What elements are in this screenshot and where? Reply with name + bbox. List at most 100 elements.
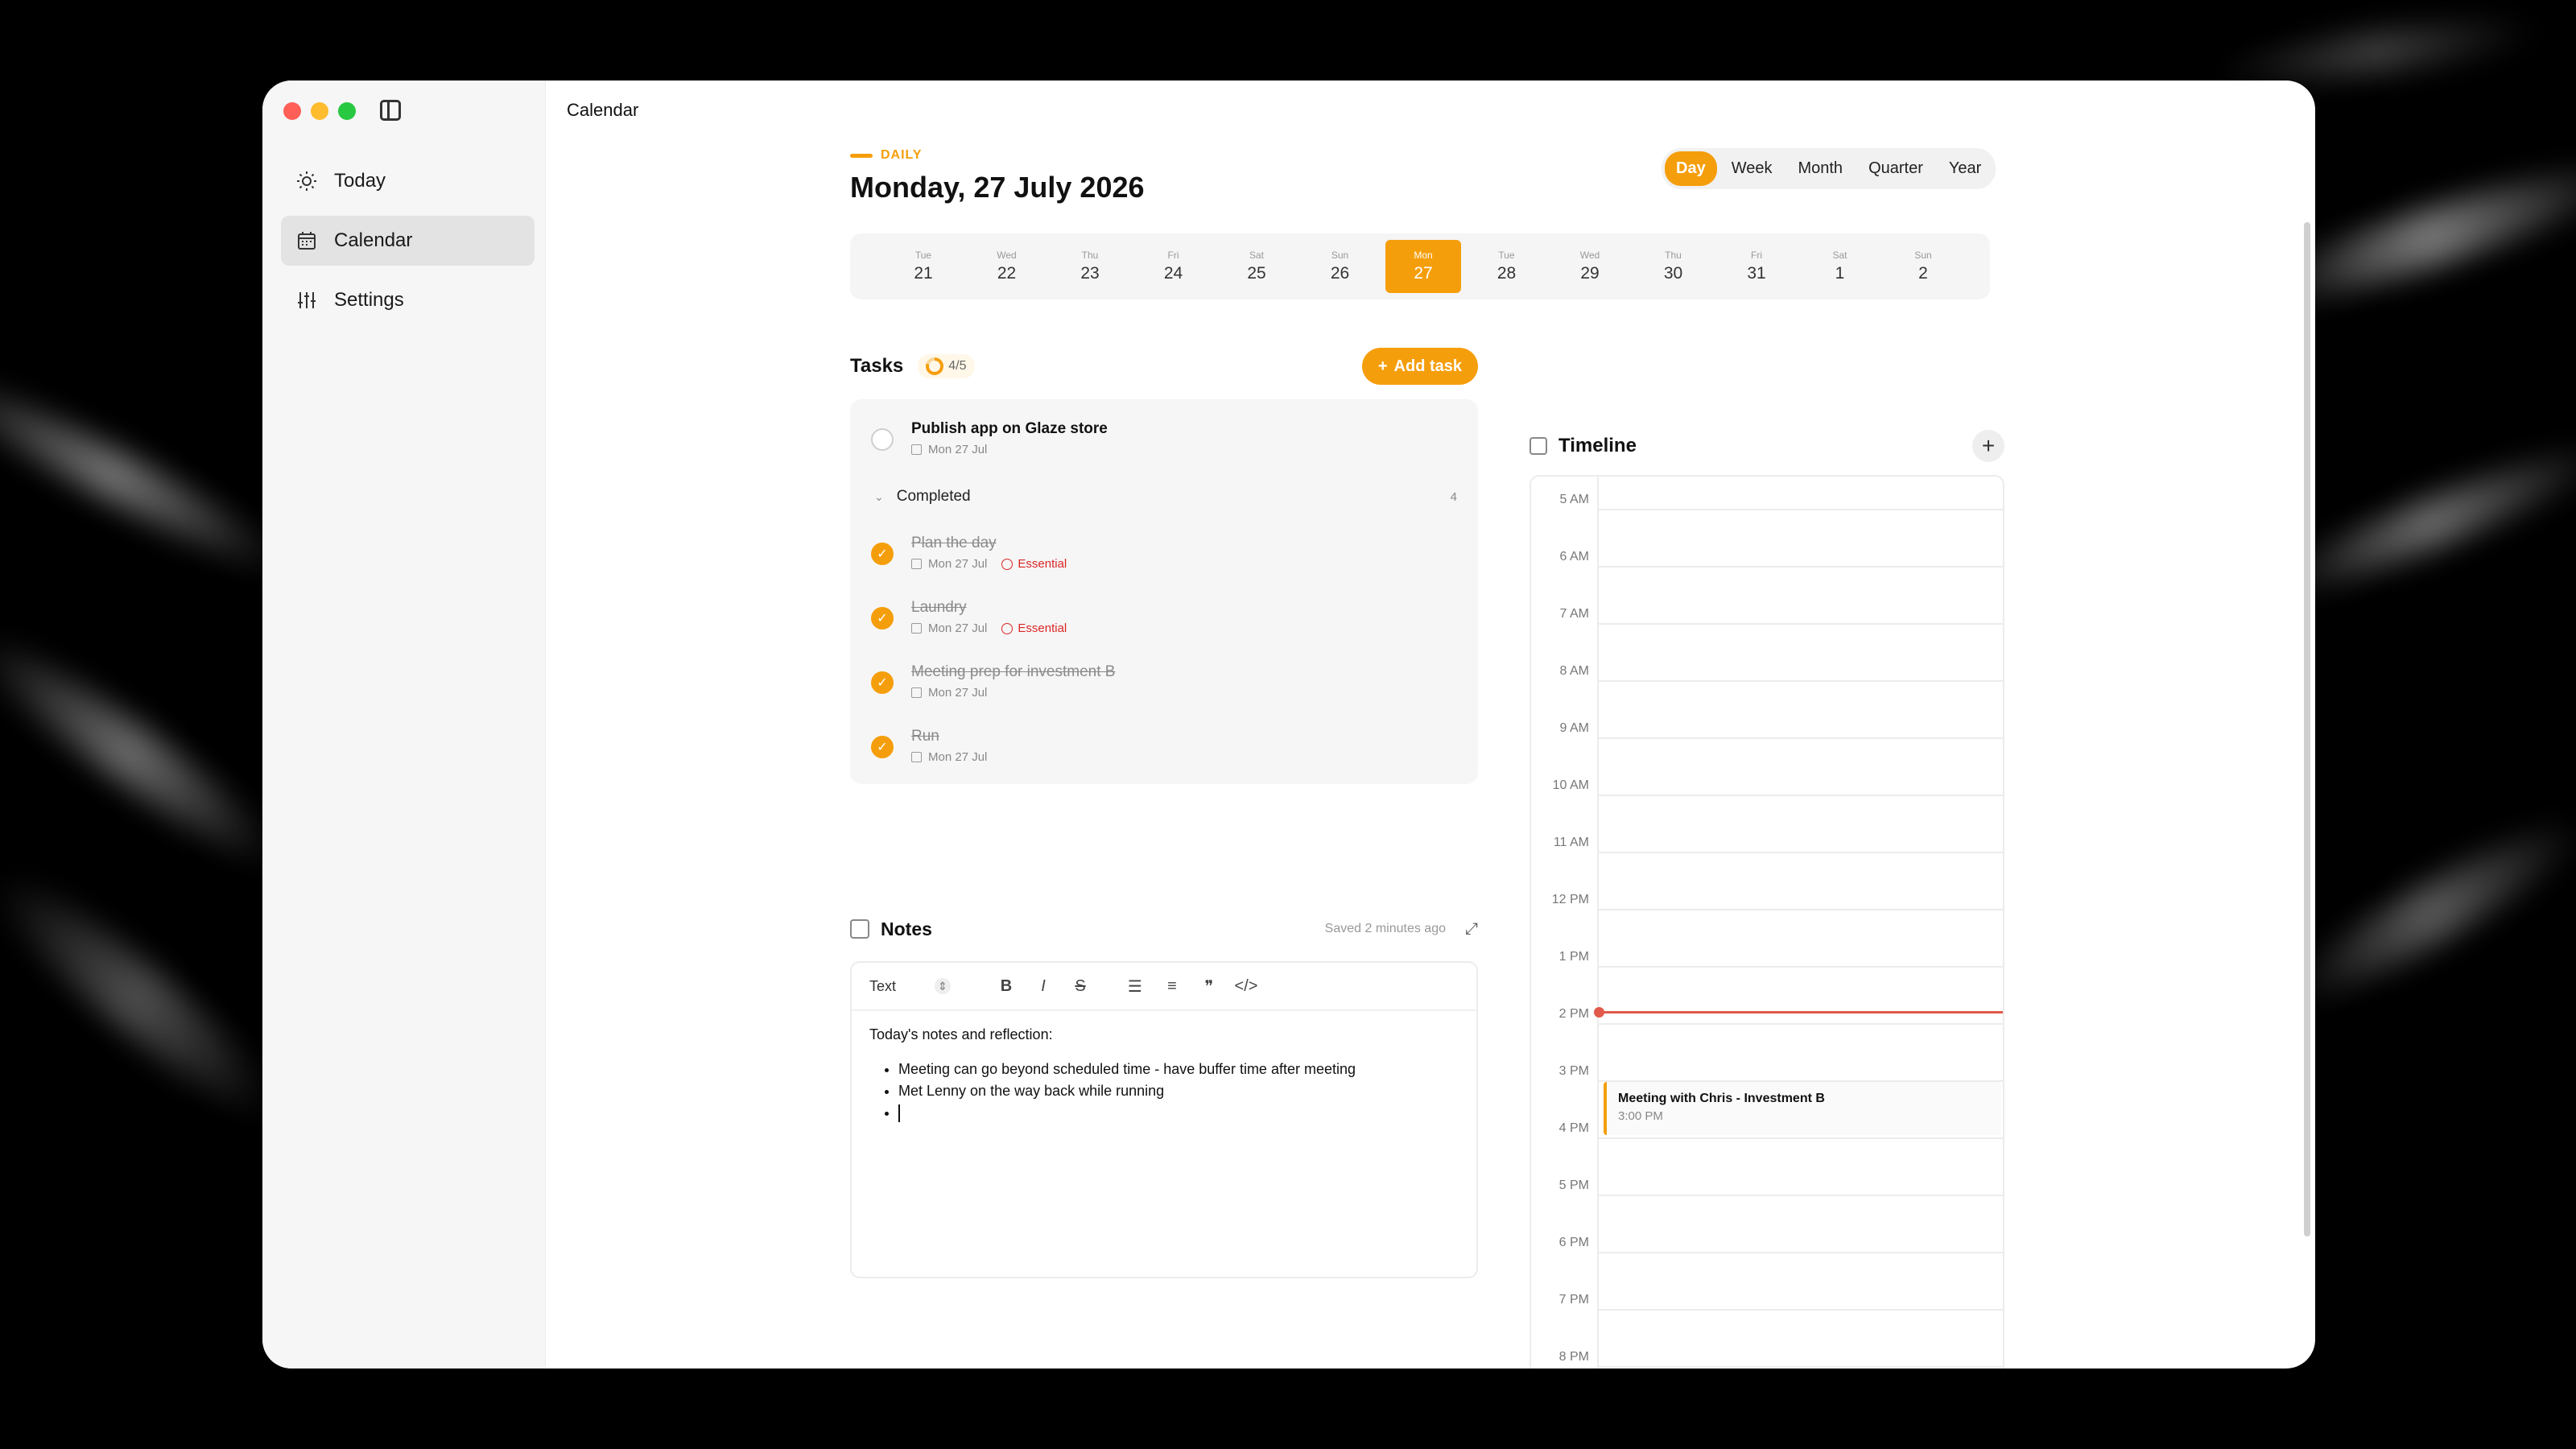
hour-divider bbox=[1599, 1252, 2003, 1253]
day-cell-2[interactable]: Sun 2 bbox=[1885, 240, 1961, 293]
sidebar-item-calendar[interactable]: Calendar bbox=[281, 216, 535, 266]
day-cell-21[interactable]: Tue 21 bbox=[886, 240, 961, 293]
task-checkbox-checked[interactable]: ✓ bbox=[871, 607, 894, 630]
timeline-hour-row: 10 AM bbox=[1531, 762, 2003, 819]
calendar-icon bbox=[911, 752, 922, 762]
window-controls bbox=[283, 102, 356, 120]
strikethrough-button[interactable]: S bbox=[1062, 977, 1099, 996]
completed-label: Completed bbox=[896, 488, 971, 505]
sidebar-toggle-icon[interactable] bbox=[380, 100, 401, 121]
notes-body[interactable]: Today's notes and reflection: Meeting ca… bbox=[852, 1011, 1476, 1137]
sidebar-item-settings[interactable]: Settings bbox=[281, 275, 535, 325]
timeline-hour-row: 9 AM bbox=[1531, 705, 2003, 762]
day-of-week: Sun bbox=[1331, 250, 1349, 261]
task-item[interactable]: ✓ Run Mon 27 Jul bbox=[871, 728, 987, 764]
view-switcher: Day Week Month Quarter Year bbox=[1662, 148, 1996, 189]
day-number: 21 bbox=[914, 264, 933, 283]
task-item[interactable]: ✓ Plan the day Mon 27 Jul Essential bbox=[871, 535, 1067, 571]
day-of-week: Sat bbox=[1832, 250, 1847, 261]
day-cell-31[interactable]: Fri 31 bbox=[1719, 240, 1794, 293]
add-event-button[interactable]: + bbox=[1972, 430, 2004, 462]
bold-button[interactable]: B bbox=[988, 977, 1025, 996]
hour-divider bbox=[1599, 623, 2003, 625]
hour-label: 11 AM bbox=[1553, 836, 1589, 849]
timeline-hour-row: 7 AM bbox=[1531, 591, 2003, 648]
day-cell-27[interactable]: Mon 27 bbox=[1385, 240, 1461, 293]
timeline-event[interactable]: Meeting with Chris - Investment B 3:00 P… bbox=[1604, 1082, 2001, 1135]
timeline-hour-row: 7 PM bbox=[1531, 1277, 2003, 1334]
day-number: 23 bbox=[1080, 264, 1100, 283]
day-number: 30 bbox=[1663, 264, 1683, 283]
task-date: Mon 27 Jul bbox=[928, 750, 988, 764]
view-month-button[interactable]: Month bbox=[1786, 151, 1854, 186]
day-of-week: Thu bbox=[1081, 250, 1099, 261]
task-checkbox[interactable] bbox=[871, 428, 894, 451]
day-cell-28[interactable]: Tue 28 bbox=[1469, 240, 1545, 293]
day-of-week: Wed bbox=[1579, 250, 1600, 261]
task-item[interactable]: ✓ Laundry Mon 27 Jul Essential bbox=[871, 599, 1067, 635]
day-cell-26[interactable]: Sun 26 bbox=[1302, 240, 1378, 293]
day-of-week: Sat bbox=[1249, 250, 1264, 261]
app-window: Today Calendar Settings Calendar DAILY M… bbox=[262, 80, 2315, 1368]
day-cell-29[interactable]: Wed 29 bbox=[1552, 240, 1628, 293]
view-quarter-button[interactable]: Quarter bbox=[1857, 151, 1934, 186]
timeline[interactable]: 9 PM8 PM7 PM6 PM5 PM4 PM3 PM2 PM1 PM12 P… bbox=[1530, 475, 2004, 1368]
day-number: 31 bbox=[1747, 264, 1766, 283]
day-cell-23[interactable]: Thu 23 bbox=[1052, 240, 1128, 293]
code-button[interactable]: </> bbox=[1228, 977, 1265, 996]
timeline-hour-row: 12 PM bbox=[1531, 877, 2003, 934]
task-checkbox-checked[interactable]: ✓ bbox=[871, 543, 894, 565]
task-date: Mon 27 Jul bbox=[928, 621, 988, 635]
current-time-dot bbox=[1594, 1007, 1604, 1018]
numbered-list-button[interactable]: ≡ bbox=[1154, 977, 1191, 996]
task-meta: Mon 27 Jul Essential bbox=[911, 557, 1067, 571]
bullet-list-button[interactable]: ☰ bbox=[1117, 976, 1154, 997]
quote-button[interactable]: ❞ bbox=[1191, 976, 1228, 997]
editor-toolbar: Text ⇕ B I S ☰ ≡ ❞ </> bbox=[852, 963, 1476, 1011]
tasks-header: Tasks 4/5 + Add task bbox=[850, 348, 1478, 385]
sidebar-item-today[interactable]: Today bbox=[281, 156, 535, 206]
plus-icon: + bbox=[1377, 357, 1388, 375]
view-week-button[interactable]: Week bbox=[1720, 151, 1784, 186]
timeline-hour-row: 2 PM bbox=[1531, 991, 2003, 1048]
view-day-button[interactable]: Day bbox=[1665, 151, 1717, 186]
day-number: 28 bbox=[1496, 264, 1517, 283]
daily-kicker: DAILY bbox=[850, 148, 1145, 163]
day-cell-1[interactable]: Sat 1 bbox=[1802, 240, 1878, 293]
completed-section-toggle[interactable]: ⌄ Completed 4 bbox=[874, 488, 1457, 506]
day-cell-24[interactable]: Fri 24 bbox=[1136, 240, 1212, 293]
hour-label: 10 AM bbox=[1552, 778, 1589, 792]
text-style-select[interactable]: Text ⇕ bbox=[869, 978, 952, 995]
day-cell-25[interactable]: Sat 25 bbox=[1219, 240, 1294, 293]
italic-button[interactable]: I bbox=[1025, 977, 1062, 996]
task-meta: Mon 27 Jul bbox=[911, 750, 987, 764]
close-window-button[interactable] bbox=[283, 102, 301, 120]
hour-label: 3 PM bbox=[1558, 1064, 1589, 1078]
add-task-button[interactable]: + Add task bbox=[1361, 348, 1478, 385]
minimize-window-button[interactable] bbox=[311, 102, 328, 120]
task-item[interactable]: Publish app on Glaze store Mon 27 Jul bbox=[871, 420, 1108, 456]
notes-heading: Today's notes and reflection: bbox=[869, 1026, 1053, 1042]
task-checkbox-checked[interactable]: ✓ bbox=[871, 736, 894, 758]
task-checkbox-checked[interactable]: ✓ bbox=[871, 671, 894, 694]
tasks-progress-text: 4/5 bbox=[948, 359, 967, 373]
timeline-hour-row: 8 AM bbox=[1531, 648, 2003, 705]
chevron-up-down-icon: ⇕ bbox=[935, 978, 952, 994]
hour-label: 9 AM bbox=[1559, 721, 1589, 735]
page-title: Monday, 27 July 2026 bbox=[850, 171, 1145, 204]
view-year-button[interactable]: Year bbox=[1938, 151, 1992, 186]
expand-icon[interactable]: ⤢ bbox=[1465, 920, 1478, 939]
calendar-icon bbox=[911, 559, 922, 569]
hour-label: 6 AM bbox=[1559, 550, 1589, 564]
task-item[interactable]: ✓ Meeting prep for investment B Mon 27 J… bbox=[871, 663, 1115, 700]
hour-divider bbox=[1599, 909, 2003, 910]
zoom-window-button[interactable] bbox=[338, 102, 356, 120]
day-of-week: Fri bbox=[1751, 250, 1762, 261]
hour-label: 12 PM bbox=[1551, 893, 1589, 906]
scrollbar[interactable] bbox=[2304, 222, 2310, 1236]
hour-divider bbox=[1599, 852, 2003, 853]
task-meta: Mon 27 Jul Essential bbox=[911, 621, 1067, 635]
day-cell-22[interactable]: Wed 22 bbox=[969, 240, 1045, 293]
day-cell-30[interactable]: Thu 30 bbox=[1636, 240, 1711, 293]
task-title: Publish app on Glaze store bbox=[911, 420, 1108, 437]
